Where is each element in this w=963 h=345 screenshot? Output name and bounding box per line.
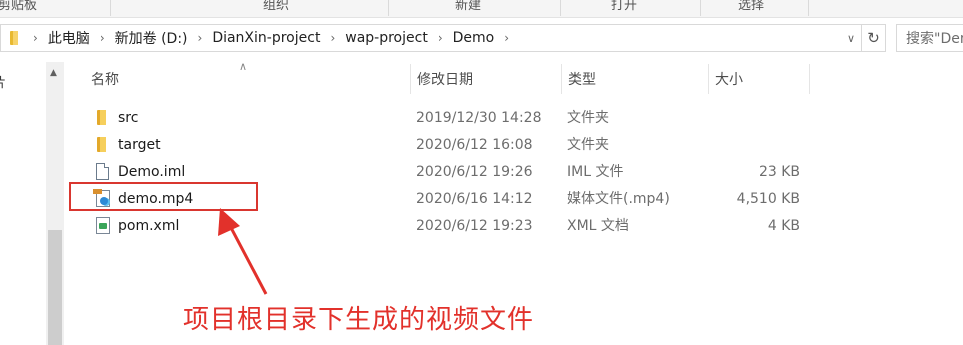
file-size bbox=[726, 132, 800, 158]
ribbon-divider bbox=[700, 0, 701, 16]
document-icon bbox=[96, 163, 109, 180]
column-header-type-label: 类型 bbox=[568, 72, 596, 88]
file-date: 2020/6/16 14:12 bbox=[416, 191, 533, 207]
ribbon-group-open: 打开 bbox=[611, 0, 638, 13]
folder-icon bbox=[94, 136, 110, 154]
ribbon-divider bbox=[110, 0, 111, 16]
column-header-date-label: 修改日期 bbox=[417, 72, 473, 88]
chevron-down-icon[interactable]: ∨ bbox=[847, 32, 855, 45]
ribbon-divider bbox=[560, 0, 561, 16]
file-type: 媒体文件(.mp4) bbox=[567, 191, 670, 207]
breadcrumb-this-pc[interactable]: 此电脑 bbox=[44, 28, 94, 48]
file-type: IML 文件 bbox=[567, 164, 624, 180]
search-placeholder: 搜索"Demo" bbox=[906, 31, 963, 47]
ribbon-divider bbox=[388, 0, 389, 16]
chevron-right-icon[interactable]: › bbox=[94, 31, 111, 45]
ribbon-group-clipboard: 剪贴板 bbox=[0, 0, 38, 13]
column-header-name[interactable]: 名称 bbox=[85, 62, 410, 96]
file-size: 4,510 KB bbox=[736, 191, 800, 207]
nav-item-partial[interactable]: 片 bbox=[0, 72, 6, 91]
chevron-right-icon[interactable]: › bbox=[192, 31, 209, 45]
ribbon-group-organize: 组织 bbox=[263, 0, 290, 13]
breadcrumb-dianxin-project[interactable]: DianXin-project bbox=[208, 30, 324, 46]
file-row-target[interactable]: target 2020/6/12 16:08 文件夹 bbox=[86, 132, 816, 158]
breadcrumb-drive-d[interactable]: 新加卷 (D:) bbox=[111, 28, 192, 48]
folder-icon bbox=[7, 30, 21, 46]
file-row-src[interactable]: src 2019/12/30 14:28 文件夹 bbox=[86, 105, 816, 131]
column-header-name-label: 名称 bbox=[91, 72, 119, 88]
column-header-size-label: 大小 bbox=[715, 72, 743, 88]
chevron-right-icon[interactable]: › bbox=[432, 31, 449, 45]
file-date: 2019/12/30 14:28 bbox=[416, 110, 542, 126]
highlight-box bbox=[69, 182, 258, 211]
scrollbar-thumb[interactable] bbox=[48, 230, 62, 345]
search-input[interactable]: 搜索"Demo" bbox=[896, 24, 963, 52]
column-header-type[interactable]: 类型 bbox=[562, 62, 708, 96]
column-divider[interactable] bbox=[809, 64, 810, 94]
address-row: › 此电脑 › 新加卷 (D:) › DianXin-project › wap… bbox=[0, 22, 963, 54]
file-row-pom-xml[interactable]: pom.xml 2020/6/12 19:23 XML 文档 4 KB bbox=[86, 213, 816, 239]
breadcrumb-demo[interactable]: Demo bbox=[449, 30, 499, 46]
file-name[interactable]: target bbox=[118, 132, 161, 158]
file-name[interactable]: pom.xml bbox=[118, 213, 179, 239]
file-size bbox=[726, 105, 800, 131]
file-size: 23 KB bbox=[758, 164, 800, 180]
annotation-caption: 项目根目录下生成的视频文件 bbox=[183, 305, 535, 335]
refresh-button[interactable]: ↻ bbox=[862, 24, 886, 52]
ribbon-group-labels: 剪贴板 组织 新建 打开 选择 bbox=[0, 0, 963, 18]
scroll-up-icon[interactable]: ▲ bbox=[50, 68, 57, 78]
ribbon-divider bbox=[808, 0, 809, 16]
folder-icon bbox=[94, 109, 110, 127]
xml-file-icon bbox=[96, 217, 110, 234]
file-name[interactable]: src bbox=[118, 105, 138, 131]
file-date: 2020/6/12 16:08 bbox=[416, 137, 533, 153]
file-date: 2020/6/12 19:23 bbox=[416, 218, 533, 234]
navigation-pane[interactable]: 片 bbox=[0, 62, 46, 345]
breadcrumb-wap-project[interactable]: wap-project bbox=[341, 30, 432, 46]
chevron-right-icon[interactable]: › bbox=[498, 31, 515, 45]
address-bar[interactable]: › 此电脑 › 新加卷 (D:) › DianXin-project › wap… bbox=[0, 24, 862, 52]
file-type: 文件夹 bbox=[567, 110, 609, 126]
chevron-right-icon[interactable]: › bbox=[21, 31, 44, 45]
ribbon-group-select: 选择 bbox=[738, 0, 765, 13]
refresh-icon: ↻ bbox=[867, 29, 880, 47]
file-date: 2020/6/12 19:26 bbox=[416, 164, 533, 180]
file-size: 4 KB bbox=[767, 218, 800, 234]
file-type: 文件夹 bbox=[567, 137, 609, 153]
ribbon-group-new: 新建 bbox=[455, 0, 482, 13]
column-header-date[interactable]: 修改日期 bbox=[411, 62, 561, 96]
column-header-size[interactable]: 大小 bbox=[709, 62, 809, 96]
chevron-right-icon[interactable]: › bbox=[324, 31, 341, 45]
file-type: XML 文档 bbox=[567, 218, 629, 234]
nav-scrollbar[interactable]: ▲ bbox=[46, 62, 64, 345]
